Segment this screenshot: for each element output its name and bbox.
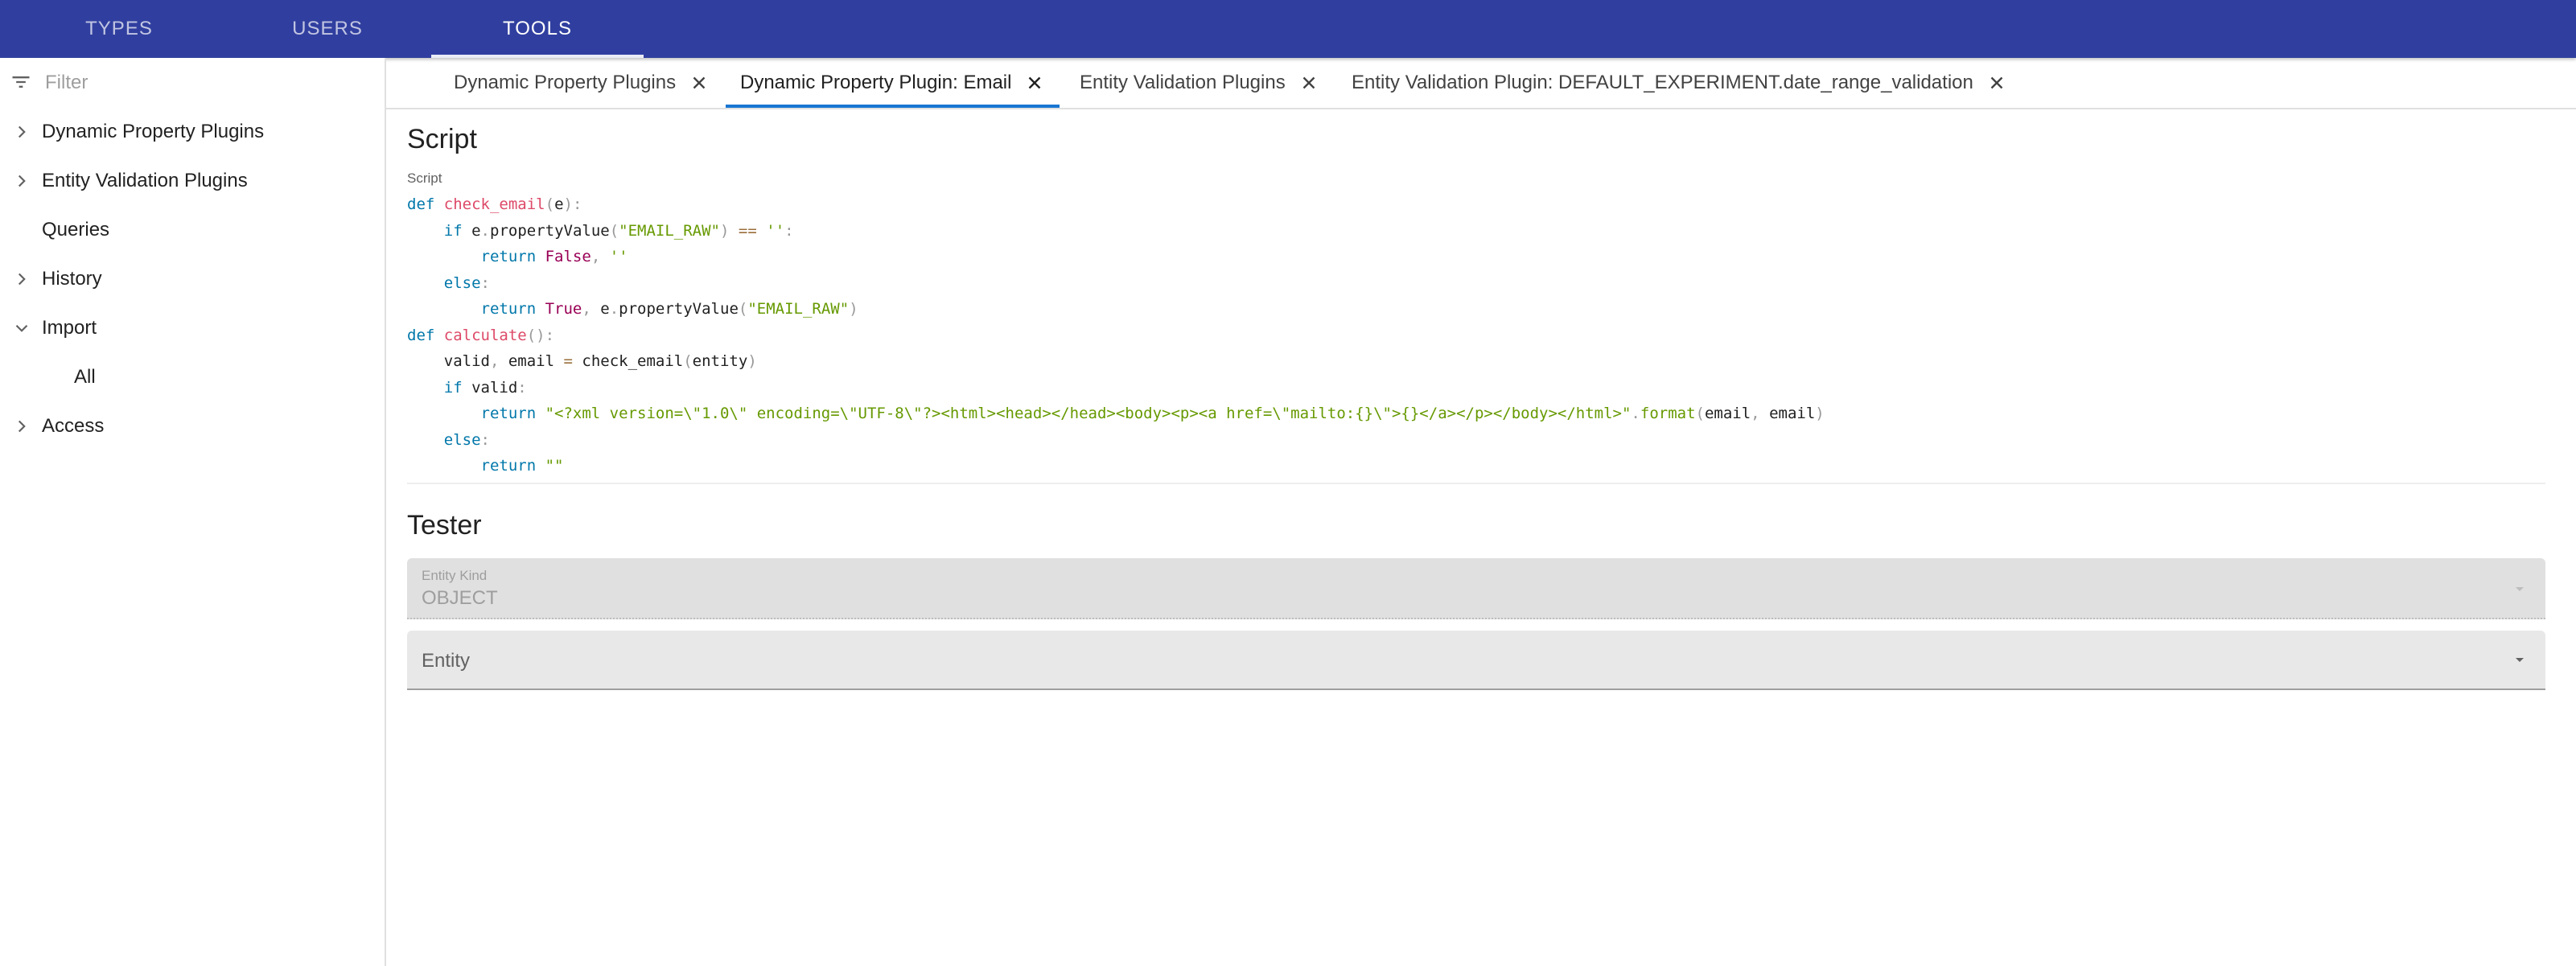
code-line: else: <box>443 273 490 292</box>
code-line: return False, '' <box>480 248 628 265</box>
code-line: if e.propertyValue("EMAIL_RAW") == '': <box>443 221 794 240</box>
tab-types[interactable]: TYPES <box>13 0 225 58</box>
code-line: else: <box>443 430 490 449</box>
sidebar-item-label: Queries <box>42 219 110 240</box>
code-line: return True, e.propertyValue("EMAIL_RAW"… <box>480 300 858 318</box>
tab-entity-validation-plugin-date-range[interactable]: Entity Validation Plugin: DEFAULT_EXPERI… <box>1352 58 2007 108</box>
app-bar: TYPES USERS TOOLS <box>0 0 2576 58</box>
chevron-right-icon[interactable] <box>11 269 32 290</box>
sidebar-item-queries[interactable]: Queries <box>0 206 385 254</box>
active-tab-indicator <box>726 105 1060 108</box>
chevron-right-icon[interactable] <box>11 171 32 191</box>
entity-select[interactable]: Entity <box>407 631 2545 690</box>
tab-tools-label: TOOLS <box>503 18 572 39</box>
sidebar-item-label: History <box>42 268 102 290</box>
tab-dynamic-property-plugin-email[interactable]: Dynamic Property Plugin: Email <box>726 58 1060 108</box>
sidebar-item-label: Access <box>42 415 105 437</box>
close-icon[interactable] <box>1024 72 1045 93</box>
script-divider <box>407 483 2545 484</box>
tab-tools[interactable]: TOOLS <box>431 0 644 58</box>
sidebar-item-label: Dynamic Property Plugins <box>42 121 265 142</box>
sidebar-item-history[interactable]: History <box>0 255 385 303</box>
filter-icon <box>12 76 30 88</box>
tab-label: Dynamic Property Plugin: Email <box>740 72 1012 93</box>
filter-bar <box>0 58 385 106</box>
tab-label: Entity Validation Plugins <box>1080 72 1286 93</box>
code-line: return "" <box>480 457 564 475</box>
main-content: Dynamic Property Plugins Dynamic Propert… <box>386 58 2576 966</box>
sidebar-item-import-all[interactable]: All <box>0 353 385 401</box>
tab-users[interactable]: USERS <box>221 0 434 58</box>
sidebar-item-access[interactable]: Access <box>0 402 385 450</box>
chevron-right-icon[interactable] <box>11 416 32 437</box>
entity-placeholder: Entity <box>422 650 471 672</box>
main-scrollbar[interactable] <box>2570 166 2576 966</box>
tab-entity-validation-plugins[interactable]: Entity Validation Plugins <box>1080 58 1319 108</box>
dropdown-arrow-icon <box>2516 587 2524 591</box>
script-editor[interactable]: def check_email(e): if e.propertyValue("… <box>407 191 1825 479</box>
code-line: def check_email(e): <box>407 195 582 213</box>
sidebar: Dynamic Property Plugins Entity Validati… <box>0 58 386 966</box>
tab-users-label: USERS <box>292 18 363 39</box>
filter-input[interactable] <box>43 66 368 100</box>
tab-dynamic-property-plugins[interactable]: Dynamic Property Plugins <box>454 58 710 108</box>
sidebar-item-import[interactable]: Import <box>0 304 385 352</box>
sidebar-item-label: Import <box>42 317 97 339</box>
tester-heading: Tester <box>407 510 482 541</box>
tab-label: Dynamic Property Plugins <box>454 72 677 93</box>
entity-kind-value: OBJECT <box>422 587 498 609</box>
code-line: def calculate(): <box>407 326 555 344</box>
script-field-label: Script <box>407 171 442 186</box>
chevron-right-icon[interactable] <box>11 121 32 142</box>
entity-kind-label: Entity Kind <box>422 568 488 583</box>
dropdown-arrow-icon[interactable] <box>2510 650 2529 669</box>
close-icon[interactable] <box>1298 72 1319 93</box>
code-line: return "<?xml version=\"1.0\" encoding=\… <box>480 405 1825 422</box>
code-line: if valid: <box>443 378 527 397</box>
sidebar-item-label: Entity Validation Plugins <box>42 170 248 191</box>
sidebar-item-dynamic-property-plugins[interactable]: Dynamic Property Plugins <box>0 108 385 156</box>
close-icon[interactable] <box>689 72 710 93</box>
close-icon[interactable] <box>1986 72 2007 93</box>
script-heading: Script <box>407 124 477 154</box>
tab-label: Entity Validation Plugin: DEFAULT_EXPERI… <box>1352 72 1973 93</box>
tab-types-label: TYPES <box>85 18 153 39</box>
sidebar-item-label: All <box>74 366 96 388</box>
chevron-down-icon[interactable] <box>11 318 32 339</box>
code-line: valid, email = check_email(entity) <box>407 352 757 370</box>
document-tabs: Dynamic Property Plugins Dynamic Propert… <box>386 58 2576 109</box>
entity-kind-select[interactable]: Entity Kind OBJECT <box>407 558 2545 619</box>
sidebar-item-entity-validation-plugins[interactable]: Entity Validation Plugins <box>0 157 385 205</box>
